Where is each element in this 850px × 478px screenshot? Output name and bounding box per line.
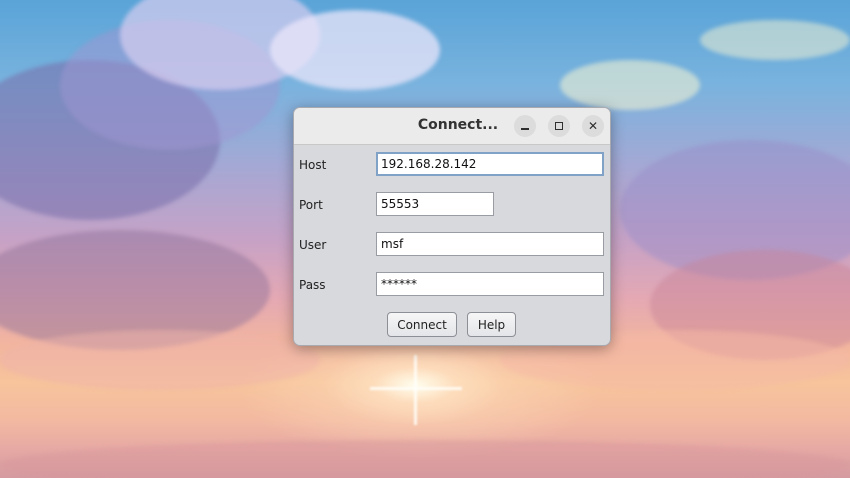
connect-dialog: Connect... ✕ Host Port User Pass Connect…	[293, 107, 611, 346]
maximize-button[interactable]	[548, 115, 570, 137]
close-icon: ✕	[587, 119, 599, 133]
port-label: Port	[299, 198, 323, 212]
desktop-background: Connect... ✕ Host Port User Pass Connect…	[0, 0, 850, 478]
minimize-button[interactable]	[514, 115, 536, 137]
dialog-titlebar[interactable]: Connect... ✕	[294, 108, 610, 145]
maximize-icon	[555, 122, 563, 130]
pass-label: Pass	[299, 278, 326, 292]
connect-button[interactable]: Connect	[387, 312, 457, 337]
user-label: User	[299, 238, 327, 252]
user-field[interactable]	[376, 232, 604, 256]
close-button[interactable]: ✕	[582, 115, 604, 137]
port-field[interactable]	[376, 192, 494, 216]
host-label: Host	[299, 158, 327, 172]
minimize-icon	[521, 122, 529, 130]
password-field[interactable]	[376, 272, 604, 296]
help-button[interactable]: Help	[467, 312, 516, 337]
host-field[interactable]	[376, 152, 604, 176]
